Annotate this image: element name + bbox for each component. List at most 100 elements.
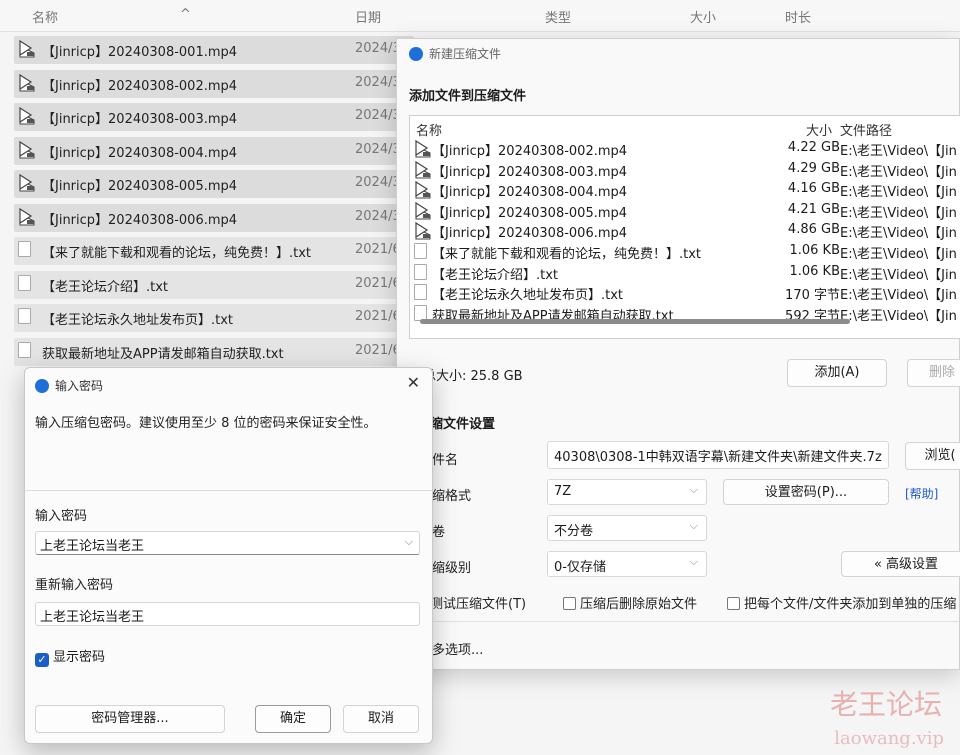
horizontal-scrollbar[interactable] (420, 319, 850, 324)
filename-field[interactable]: 40308\0308-1中韩双语字幕\新建文件夹\新建文件夹.7z (547, 441, 889, 469)
column-type[interactable]: 类型 (545, 7, 571, 26)
archive-file-row[interactable]: 【Jinricp】20240308-006.mp4 4.86 GB E:\老王\Vi… (410, 220, 960, 242)
show-password-option[interactable]: ✓ 显示密码 (35, 646, 105, 667)
separate-checkbox[interactable] (727, 597, 740, 610)
file-row[interactable]: 【Jinricp】20240308-005.mp4 2024/3 (14, 170, 414, 198)
file-date: 2024/3 (355, 108, 401, 123)
chevron-down-icon: ⌵ (689, 483, 698, 496)
file-date: 2024/3 (355, 74, 401, 90)
text-file-icon (414, 284, 427, 304)
file-row[interactable]: 【来了就能下载和观看的论坛，纯免费！】.txt 2021/6 (14, 237, 414, 265)
archive-file-row[interactable]: 【Jinricp】20240308-002.mp4 4.22 GB E:\老王\Vi… (410, 138, 960, 159)
video-file-icon (18, 207, 36, 226)
file-row[interactable]: 【Jinricp】20240308-001.mp4 2024/3 (14, 36, 414, 64)
delete-after-option[interactable]: 压缩后删除原始文件 (563, 593, 697, 612)
password-description: 输入压缩包密码。建议使用至少 8 位的密码来保证安全性。 (35, 416, 377, 431)
archive-file-name: 【Jinricp】20240308-006.mp4 (432, 226, 628, 242)
archive-file-list[interactable]: 名称 大小 文件路径 【Jinricp】20240308-002.mp4 4.22… (409, 115, 960, 339)
file-name: 【Jinricp】20240308-001.mp4 (42, 45, 238, 60)
set-password-button[interactable]: 设置密码(P)... (723, 479, 889, 505)
password-manager-button[interactable]: 密码管理器... (35, 705, 225, 733)
divider (397, 621, 959, 622)
level-select[interactable]: 0-仅存储 ⌵ (547, 551, 707, 577)
file-row[interactable]: 【Jinricp】20240308-006.mp4 2024/3 (14, 203, 414, 232)
file-date: 2024/3 (355, 141, 401, 157)
file-row[interactable]: 获取最新地址及APP请发邮箱自动获取.txt 2021/6 (14, 337, 414, 366)
close-icon[interactable]: ✕ (407, 373, 420, 392)
advanced-settings-button[interactable]: « 高级设置 (841, 551, 960, 577)
format-select[interactable]: 7Z ⌵ (547, 479, 707, 505)
archive-file-size: 4.22 GB (787, 140, 840, 155)
archive-file-name: 【老王论坛介绍】.txt (432, 267, 559, 283)
watermark-url: laowang.vip (834, 728, 944, 749)
text-file-icon (18, 308, 36, 326)
column-duration[interactable]: 时长 (785, 7, 811, 26)
ok-button[interactable]: 确定 (255, 705, 331, 733)
archive-file-path: E:\老王\Video\【Jin (840, 288, 957, 304)
video-file-icon (18, 173, 36, 192)
list-header-path[interactable]: 文件路径 (840, 120, 892, 139)
watermark-text: 老王论坛 (829, 688, 942, 721)
archive-file-path: E:\老王\Video\【Jin (840, 226, 957, 242)
file-row[interactable]: 【Jinricp】20240308-003.mp4 2024/3 (14, 103, 414, 131)
archive-file-path: E:\老王\Video\【Jin (840, 247, 957, 262)
list-header-name[interactable]: 名称 (416, 120, 442, 139)
chevron-down-icon[interactable]: ⌵ (405, 535, 413, 549)
sort-up-icon: ^ (180, 7, 191, 22)
column-name[interactable]: 名称 (32, 7, 58, 26)
archive-file-name: 【老王论坛永久地址发布页】.txt (432, 288, 624, 304)
archive-file-name: 【Jinricp】20240308-002.mp4 (432, 144, 628, 159)
text-file-icon (18, 241, 36, 259)
column-date[interactable]: 日期 (355, 7, 381, 26)
password-input[interactable]: 上老王论坛当老王 ⌵ (35, 531, 420, 555)
file-name: 【Jinricp】20240308-006.mp4 (42, 212, 238, 228)
archive-file-row[interactable]: 【老王论坛介绍】.txt 1.06 KB E:\老王\Video\【Jin (410, 262, 960, 283)
cancel-button[interactable]: 取消 (343, 705, 419, 733)
checkmark-icon[interactable]: ✓ (35, 653, 49, 667)
column-size[interactable]: 大小 (690, 7, 716, 26)
file-name: 【Jinricp】20240308-005.mp4 (42, 179, 238, 194)
file-row[interactable]: 【Jinricp】20240308-004.mp4 2024/3 (14, 136, 414, 165)
video-file-icon (18, 73, 36, 92)
file-date: 2021/6 (355, 242, 401, 257)
archive-file-path: E:\老王\Video\【Jin (840, 205, 957, 221)
file-row[interactable]: 【Jinricp】20240308-002.mp4 2024/3 (14, 69, 414, 98)
archive-file-size: 4.29 GB (787, 160, 840, 176)
video-file-icon (18, 106, 36, 125)
archive-file-row[interactable]: 【Jinricp】20240308-004.mp4 4.16 GB E:\老王\Vi… (410, 179, 960, 201)
delete-after-checkbox[interactable] (563, 597, 576, 610)
password-label: 输入密码 (35, 509, 88, 524)
text-file-icon (18, 341, 36, 360)
video-file-icon (18, 140, 36, 159)
file-date: 2024/3 (355, 208, 401, 224)
archive-file-row[interactable]: 【Jinricp】20240308-003.mp4 4.29 GB E:\老王\Vi… (410, 159, 960, 180)
browse-button[interactable]: 浏览( (905, 442, 960, 470)
archive-file-path: E:\老王\Video\【Jin (840, 185, 957, 201)
delete-button[interactable]: 删除 (907, 359, 960, 387)
archive-file-path: E:\老王\Video\【Jin (840, 308, 957, 324)
archive-file-row[interactable]: 【Jinricp】20240308-005.mp4 4.21 GB E:\老王\Vi… (410, 200, 960, 221)
app-logo-icon (35, 379, 49, 393)
file-name: 【老王论坛永久地址发布页】.txt (42, 313, 234, 328)
file-name: 【老王论坛介绍】.txt (42, 279, 169, 295)
volume-select[interactable]: 不分卷 ⌵ (547, 515, 707, 541)
new-archive-window: 新建压缩文件 添加文件到压缩文件 名称 大小 文件路径 【Jinricp】202… (396, 38, 960, 670)
repeat-password-input[interactable]: 上老王论坛当老王 (35, 602, 420, 626)
archive-window-title: 新建压缩文件 (409, 45, 501, 62)
archive-file-path: E:\老王\Video\【Jin (840, 144, 957, 159)
file-date: 2021/6 (355, 309, 401, 324)
file-date: 2021/6 (355, 275, 401, 291)
file-row[interactable]: 【老王论坛永久地址发布页】.txt 2021/6 (14, 304, 414, 332)
archive-file-row[interactable]: 【老王论坛永久地址发布页】.txt 170 字节 E:\老王\Video\【Jin (410, 282, 960, 304)
file-name: 【Jinricp】20240308-004.mp4 (42, 145, 238, 161)
file-name: 获取最新地址及APP请发邮箱自动获取.txt (42, 346, 284, 362)
file-date: 2021/6 (355, 342, 401, 358)
list-header-size[interactable]: 大小 (806, 120, 832, 139)
file-name: 【Jinricp】20240308-002.mp4 (42, 78, 238, 94)
file-row[interactable]: 【老王论坛介绍】.txt 2021/6 (14, 270, 414, 299)
help-link[interactable]: [帮助] (905, 485, 938, 502)
add-button[interactable]: 添加(A) (787, 359, 887, 387)
separate-archives-option[interactable]: 把每个文件/文件夹添加到单独的压缩 (727, 593, 956, 612)
archive-file-row[interactable]: 【来了就能下载和观看的论坛，纯免费！】.txt 1.06 KB E:\老王\Vide… (410, 241, 960, 262)
file-list-header: 名称 大小 文件路径 (410, 118, 960, 139)
